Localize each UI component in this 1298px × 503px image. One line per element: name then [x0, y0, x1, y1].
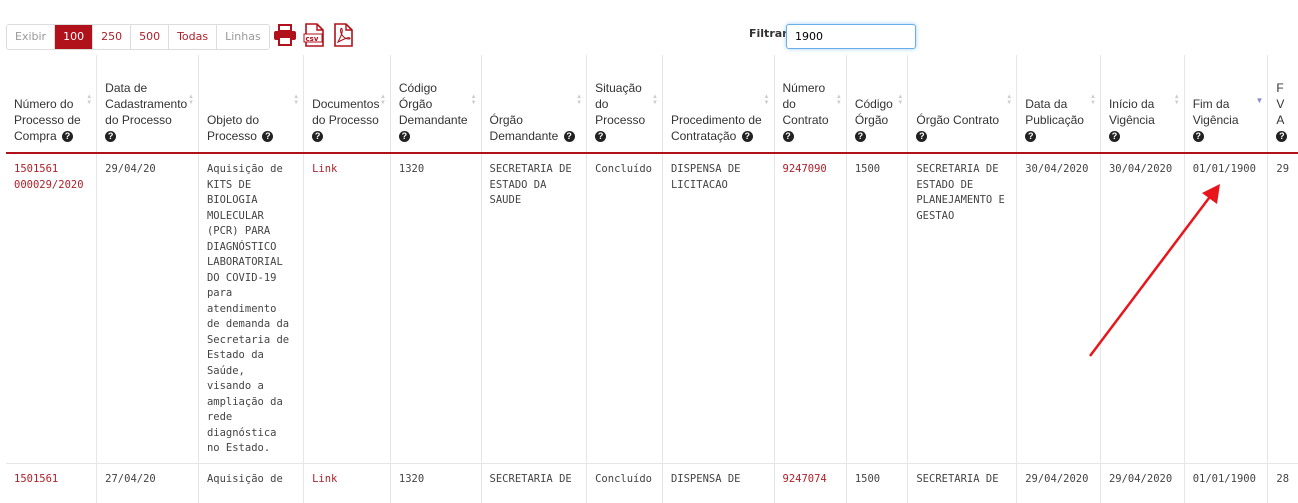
- cell-inicio-vigencia: 29/04/2020: [1100, 463, 1185, 503]
- cell-objeto: Aquisição de: [198, 463, 305, 503]
- contract-number-link[interactable]: 9247090: [774, 153, 847, 464]
- sort-icon[interactable]: ▲ ▼: [897, 94, 903, 106]
- table-toolbar: Exibir 100 250 500 Todas Linhas csv Filt…: [0, 0, 1298, 55]
- cell-objeto: Aquisição de KITS DE BIOLOGIA MOLECULAR …: [198, 153, 305, 464]
- col-header-inicio-vigencia[interactable]: Início da Vigência? ▲ ▼: [1100, 55, 1185, 153]
- page-length-group: Exibir 100 250 500 Todas Linhas: [6, 24, 270, 50]
- cell-situacao: Concluído: [586, 153, 663, 464]
- cell-orgao-demandante: SECRETARIA DE ESTADO DA SAUDE: [481, 153, 588, 464]
- help-icon[interactable]: ?: [563, 131, 575, 143]
- cell-orgao-contrato: SECRETARIA DE: [907, 463, 1018, 503]
- help-icon[interactable]: ?: [854, 131, 866, 143]
- contract-number-link[interactable]: 9247074: [774, 463, 847, 503]
- help-icon[interactable]: ?: [782, 131, 794, 143]
- help-icon[interactable]: ?: [741, 131, 753, 143]
- sort-icon[interactable]: ▲ ▼: [1006, 94, 1012, 106]
- show-label: Exibir: [7, 25, 56, 49]
- col-header-orgao-contrato[interactable]: Órgão Contrato? ▲ ▼: [907, 55, 1018, 153]
- col-header-orgao-demandante[interactable]: Órgão Demandante ? ▲ ▼: [481, 55, 588, 153]
- sort-icon[interactable]: ▲ ▼: [836, 94, 842, 106]
- col-header-codigo-orgao[interactable]: Código Órgão? ▲ ▼: [846, 55, 909, 153]
- help-icon[interactable]: ?: [1192, 131, 1204, 143]
- help-icon[interactable]: ?: [595, 131, 607, 143]
- sort-icon[interactable]: ▲ ▼: [380, 94, 386, 106]
- cell-orgao-contrato: SECRETARIA DE ESTADO DE PLANEJAMENTO E G…: [907, 153, 1018, 464]
- help-icon[interactable]: ?: [916, 131, 928, 143]
- help-icon[interactable]: ?: [62, 131, 74, 143]
- length-250-button[interactable]: 250: [93, 25, 132, 49]
- col-header-data-cadastramento[interactable]: Data de Cadastramento do Processo? ▲ ▼: [96, 55, 199, 153]
- cell-situacao: Concluído: [586, 463, 663, 503]
- col-header-numero-processo[interactable]: Número do Processo de Compra ? ▲ ▼: [6, 55, 98, 153]
- help-icon[interactable]: ?: [105, 131, 117, 143]
- col-header-objeto[interactable]: Objeto do Processo ? ▲ ▼: [198, 55, 305, 153]
- sort-asc-icon[interactable]: ▼: [1256, 97, 1264, 105]
- svg-text:csv: csv: [306, 35, 319, 43]
- cell-orgao-demandante: SECRETARIA DE: [481, 463, 588, 503]
- cell-truncated: 28: [1276, 472, 1290, 485]
- sort-icon[interactable]: ▲ ▼: [293, 94, 299, 106]
- annotation-arrow: [1089, 184, 1220, 357]
- sort-icon[interactable]: ▲ ▼: [576, 94, 582, 106]
- csv-icon[interactable]: csv: [302, 22, 326, 48]
- print-icon[interactable]: [272, 22, 298, 48]
- help-icon[interactable]: ?: [1276, 131, 1288, 143]
- cell-data-publicacao: 29/04/2020: [1016, 463, 1101, 503]
- cell-fim-vigencia: 01/01/1900: [1184, 463, 1269, 503]
- cell-data-cadastro: 27/04/20: [96, 463, 199, 503]
- col-header-truncated[interactable]: F V A?: [1268, 55, 1298, 153]
- cell-data-cadastro: 29/04/20: [96, 153, 199, 464]
- sort-icon[interactable]: ▲ ▼: [1090, 94, 1096, 106]
- length-all-button[interactable]: Todas: [169, 25, 218, 49]
- cell-codigo-orgao: 1500: [846, 153, 909, 464]
- help-icon[interactable]: ?: [398, 131, 410, 143]
- pdf-icon[interactable]: [331, 22, 355, 48]
- lines-label: Linhas: [217, 25, 269, 49]
- help-icon[interactable]: ?: [1025, 131, 1037, 143]
- sort-icon[interactable]: ▲ ▼: [471, 94, 477, 106]
- col-header-fim-vigencia[interactable]: Fim da Vigência? ▼: [1184, 55, 1269, 153]
- cell-codigo-demandante: 1320: [390, 463, 482, 503]
- cell-procedimento: DISPENSA DE LICITACAO: [662, 153, 775, 464]
- length-100-button[interactable]: 100: [55, 25, 94, 49]
- col-header-situacao[interactable]: Situação do Processo? ▲ ▼: [586, 55, 663, 153]
- length-500-button[interactable]: 500: [131, 25, 170, 49]
- help-icon[interactable]: ?: [312, 131, 324, 143]
- cell-procedimento: DISPENSA DE: [662, 463, 775, 503]
- table-row: 1501561 27/04/20 Aquisição de Link 1320 …: [6, 463, 1298, 503]
- table-header-row: Número do Processo de Compra ? ▲ ▼ Data de…: [6, 55, 1298, 153]
- col-header-numero-contrato[interactable]: Número do Contrato? ▲ ▼: [774, 55, 847, 153]
- process-number-link[interactable]: 1501561: [6, 463, 98, 503]
- sort-icon[interactable]: ▲ ▼: [764, 94, 770, 106]
- col-header-procedimento[interactable]: Procedimento de Contratação ? ▲ ▼: [662, 55, 775, 153]
- help-icon[interactable]: ?: [262, 131, 274, 143]
- col-header-codigo-orgao-demandante[interactable]: Código Órgão Demandante? ▲ ▼: [390, 55, 482, 153]
- sort-icon[interactable]: ▲ ▼: [1174, 94, 1180, 106]
- help-icon[interactable]: ?: [1108, 131, 1120, 143]
- sort-icon[interactable]: ▲ ▼: [652, 94, 658, 106]
- documents-link[interactable]: Link: [303, 463, 391, 503]
- col-header-documentos[interactable]: Documentos do Processo? ▲ ▼: [303, 55, 391, 153]
- documents-link[interactable]: Link: [303, 153, 391, 464]
- cell-codigo-demandante: 1320: [390, 153, 482, 464]
- cell-codigo-orgao: 1500: [846, 463, 909, 503]
- cell-truncated: 29: [1267, 153, 1298, 464]
- process-number-link[interactable]: 1501561 000029/2020: [6, 153, 98, 464]
- col-header-data-publicacao[interactable]: Data da Publicação? ▲ ▼: [1016, 55, 1101, 153]
- sort-icon[interactable]: ▲ ▼: [188, 94, 194, 106]
- sort-icon[interactable]: ▲ ▼: [86, 94, 92, 106]
- filter-input[interactable]: [786, 24, 916, 49]
